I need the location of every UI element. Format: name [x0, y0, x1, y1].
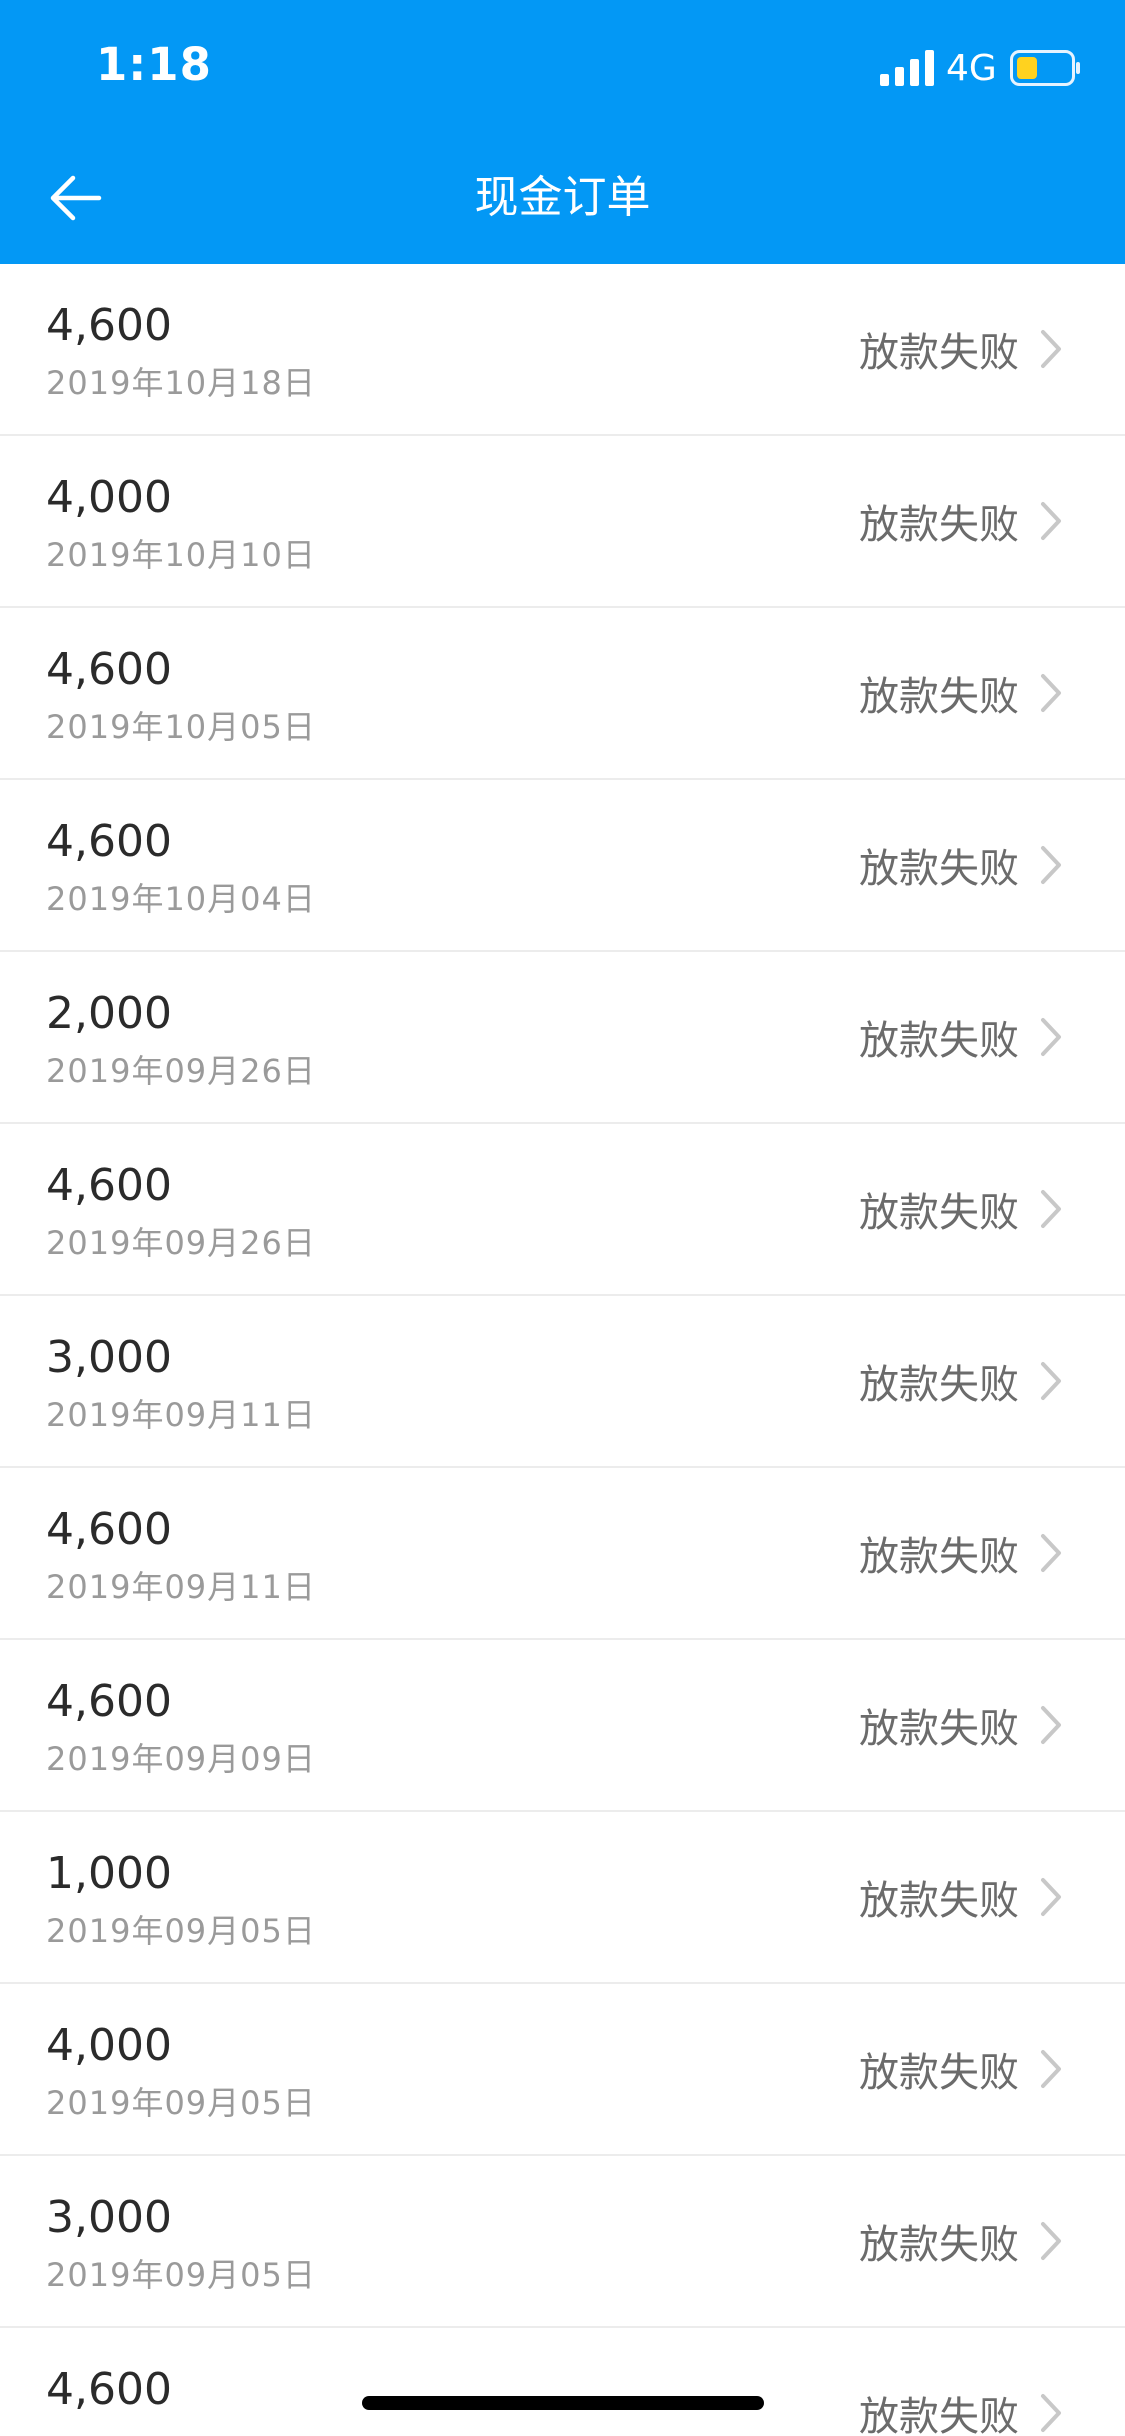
order-amount: 4,000: [46, 472, 172, 523]
chevron-right-icon: [1041, 1534, 1061, 1572]
order-amount: 3,000: [46, 1332, 172, 1383]
order-amount: 1,000: [46, 1848, 172, 1899]
chevron-right-icon: [1041, 2394, 1061, 2432]
order-amount: 4,600: [46, 1160, 172, 1211]
order-date: 2019年09月05日: [46, 2256, 316, 2294]
status-time: 1:18: [96, 38, 212, 91]
order-row[interactable]: 4,600 2019年09月09日 放款失败: [0, 1640, 1125, 1812]
order-amount: 4,600: [46, 816, 172, 867]
chevron-right-icon: [1041, 1706, 1061, 1744]
order-status: 放款失败: [859, 1878, 1019, 1924]
order-date: 2019年09月26日: [46, 1052, 316, 1090]
order-row[interactable]: 4,000 2019年10月10日 放款失败: [0, 436, 1125, 608]
order-status: 放款失败: [859, 674, 1019, 720]
order-status: 放款失败: [859, 846, 1019, 892]
cellular-signal-icon: [880, 50, 934, 86]
status-bar: 1:18 4G: [0, 0, 1125, 132]
chevron-right-icon: [1041, 1878, 1061, 1916]
order-status: 放款失败: [859, 2222, 1019, 2268]
order-status: 放款失败: [859, 1362, 1019, 1408]
order-date: 2019年10月05日: [46, 708, 316, 746]
order-amount: 4,600: [46, 1676, 172, 1727]
order-row[interactable]: 4,600 2019年10月18日 放款失败: [0, 264, 1125, 436]
order-row[interactable]: 4,600 2019年10月04日 放款失败: [0, 780, 1125, 952]
battery-icon: [1010, 50, 1080, 86]
chevron-right-icon: [1041, 2050, 1061, 2088]
order-amount: 4,600: [46, 300, 172, 351]
order-status: 放款失败: [859, 1706, 1019, 1752]
home-indicator: [362, 2396, 764, 2410]
order-row[interactable]: 1,000 2019年09月05日 放款失败: [0, 1812, 1125, 1984]
order-amount: 4,600: [46, 2364, 172, 2415]
order-date: 2019年09月05日: [46, 2084, 316, 2122]
order-date: 2019年09月26日: [46, 1224, 316, 1262]
order-amount: 4,000: [46, 2020, 172, 2071]
order-status: 放款失败: [859, 2050, 1019, 2096]
network-label: 4G: [946, 48, 997, 89]
order-status: 放款失败: [859, 1018, 1019, 1064]
order-status: 放款失败: [859, 330, 1019, 376]
order-row[interactable]: 4,600 2019年10月05日 放款失败: [0, 608, 1125, 780]
order-row[interactable]: 3,000 2019年09月11日 放款失败: [0, 1296, 1125, 1468]
header: 1:18 4G 现金订单: [0, 0, 1125, 264]
screen: 1:18 4G 现金订单 4,600 2019年10月18日 放款失败 4,00…: [0, 0, 1125, 2436]
order-status: 放款失败: [859, 502, 1019, 548]
chevron-right-icon: [1041, 846, 1061, 884]
chevron-right-icon: [1041, 2222, 1061, 2260]
order-row[interactable]: 3,000 2019年09月05日 放款失败: [0, 2156, 1125, 2328]
order-list: 4,600 2019年10月18日 放款失败 4,000 2019年10月10日…: [0, 264, 1125, 2436]
order-amount: 2,000: [46, 988, 172, 1039]
order-status: 放款失败: [859, 2394, 1019, 2436]
back-button[interactable]: [30, 162, 120, 234]
chevron-right-icon: [1041, 674, 1061, 712]
chevron-right-icon: [1041, 1190, 1061, 1228]
chevron-right-icon: [1041, 1018, 1061, 1056]
order-amount: 4,600: [46, 644, 172, 695]
order-status: 放款失败: [859, 1190, 1019, 1236]
chevron-right-icon: [1041, 330, 1061, 368]
arrow-left-icon: [50, 175, 102, 221]
order-row[interactable]: 2,000 2019年09月26日 放款失败: [0, 952, 1125, 1124]
order-amount: 4,600: [46, 1504, 172, 1555]
chevron-right-icon: [1041, 1362, 1061, 1400]
order-date: 2019年09月11日: [46, 1568, 316, 1606]
order-date: 2019年10月18日: [46, 364, 316, 402]
order-status: 放款失败: [859, 1534, 1019, 1580]
order-row[interactable]: 4,600 2019年09月26日 放款失败: [0, 1124, 1125, 1296]
order-row[interactable]: 4,600 放款失败: [0, 2328, 1125, 2436]
order-amount: 3,000: [46, 2192, 172, 2243]
order-date: 2019年10月04日: [46, 880, 316, 918]
order-date: 2019年10月10日: [46, 536, 316, 574]
nav-bar: 现金订单: [0, 132, 1125, 264]
page-title: 现金订单: [474, 172, 651, 223]
order-date: 2019年09月09日: [46, 1740, 316, 1778]
chevron-right-icon: [1041, 502, 1061, 540]
order-date: 2019年09月11日: [46, 1396, 316, 1434]
order-row[interactable]: 4,000 2019年09月05日 放款失败: [0, 1984, 1125, 2156]
order-date: 2019年09月05日: [46, 1912, 316, 1950]
order-row[interactable]: 4,600 2019年09月11日 放款失败: [0, 1468, 1125, 1640]
